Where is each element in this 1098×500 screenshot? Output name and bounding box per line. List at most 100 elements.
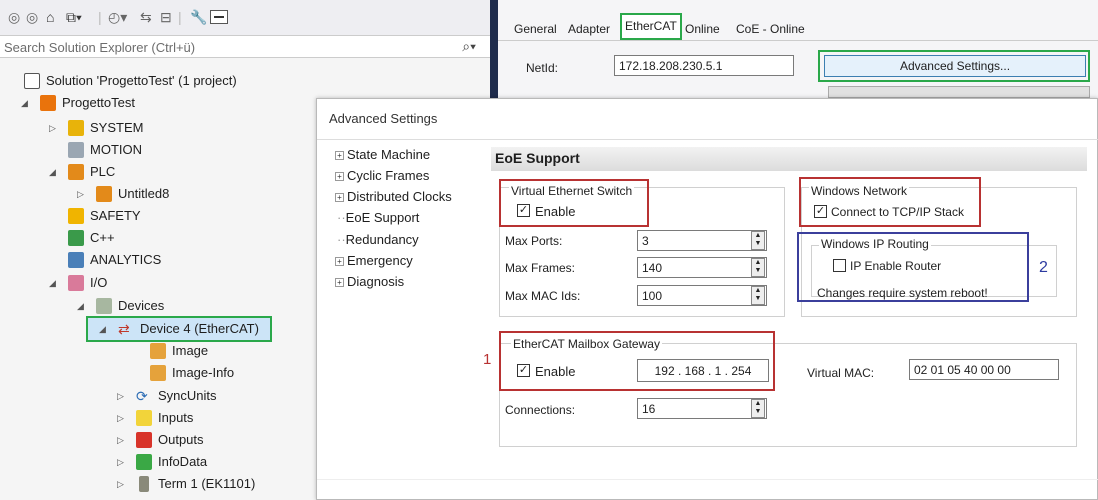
dialog-title: Advanced Settings	[329, 111, 438, 126]
nav-redundancy[interactable]: ··Redundancy	[337, 232, 419, 247]
io-icon	[68, 275, 84, 291]
devices-icon	[96, 298, 112, 314]
expanded-arrow-icon[interactable]: ◢	[21, 92, 28, 114]
properties-wrench-icon[interactable]: 🔧	[190, 9, 207, 26]
gateway-enable-checkbox[interactable]: ✓	[517, 364, 530, 377]
pending-changes-icon[interactable]: ⇆	[140, 9, 152, 26]
expanded-arrow-icon[interactable]: ◢	[49, 161, 56, 183]
max-ports-label: Max Ports:	[505, 234, 563, 248]
collapse-all-icon[interactable]: ⊟	[160, 9, 172, 26]
virtual-mac-label: Virtual MAC:	[807, 366, 875, 380]
max-ports-spinner[interactable]: ▲ ▼	[751, 231, 765, 250]
cpp-icon	[68, 230, 84, 246]
winip-title: Windows IP Routing	[819, 237, 931, 251]
preview-icon[interactable]	[210, 10, 228, 24]
outputs-icon	[136, 432, 152, 448]
max-mac-spinner[interactable]: ▲ ▼	[751, 286, 765, 305]
back-icon[interactable]: ◎	[8, 9, 20, 26]
divider: |	[98, 9, 102, 25]
gateway-ip-field[interactable]: 192 . 168 . 1 . 254	[637, 359, 769, 382]
max-mac-field[interactable]: 100	[637, 285, 767, 306]
motion-icon	[68, 142, 84, 158]
virtual-mac-field[interactable]: 02 01 05 40 00 00	[909, 359, 1059, 380]
tab-online[interactable]: Online	[681, 18, 724, 40]
solution-icon	[24, 73, 40, 89]
tab-ethercat[interactable]: EtherCAT	[620, 13, 682, 40]
ip-enable-router-checkbox[interactable]	[833, 259, 846, 272]
terminal-icon	[139, 476, 149, 492]
search-input[interactable]: Search Solution Explorer (Ctrl+ü) ⌕▾	[0, 36, 490, 58]
collapsed-arrow-icon[interactable]: ▷	[117, 407, 124, 429]
tab-adapter[interactable]: Adapter	[564, 18, 614, 40]
nav-emergency[interactable]: + Emergency	[335, 253, 413, 268]
section-header: EoE Support	[491, 147, 1087, 171]
expand-plus-icon[interactable]: +	[335, 172, 344, 181]
max-ports-field[interactable]: 3	[637, 230, 767, 251]
sync-icon[interactable]: ⧉▾	[66, 9, 82, 26]
nav-distributed-clocks[interactable]: + Distributed Clocks	[335, 189, 452, 204]
history-icon[interactable]: ◴▾	[108, 9, 127, 26]
expand-plus-icon[interactable]: +	[335, 193, 344, 202]
tab-general[interactable]: General	[510, 18, 561, 40]
tab-strip-border	[498, 40, 1098, 41]
analytics-icon	[68, 252, 84, 268]
collapsed-arrow-icon[interactable]: ▷	[117, 451, 124, 473]
collapsed-arrow-icon[interactable]: ▷	[117, 385, 124, 407]
expand-plus-icon[interactable]: +	[335, 151, 344, 160]
ves-enable-checkbox[interactable]: ✓	[517, 204, 530, 217]
expanded-arrow-icon[interactable]: ◢	[99, 318, 106, 340]
collapsed-arrow-icon[interactable]: ▷	[117, 473, 124, 495]
ip-enable-router-label: IP Enable Router	[850, 259, 942, 273]
collapsed-arrow-icon[interactable]: ▷	[49, 117, 56, 139]
collapsed-arrow-icon[interactable]: ▷	[77, 183, 84, 205]
nav-eoe-support[interactable]: ··EoE Support	[337, 210, 419, 225]
max-frames-field[interactable]: 140	[637, 257, 767, 278]
winnet-title: Windows Network	[809, 184, 910, 198]
max-frames-label: Max Frames:	[505, 261, 576, 275]
marker-one: 1	[483, 351, 492, 368]
ves-enable-label: Enable	[535, 204, 576, 219]
advanced-settings-button[interactable]: Advanced Settings...	[824, 55, 1086, 77]
expand-plus-icon[interactable]: +	[335, 257, 344, 266]
home-icon[interactable]: ⌂	[46, 9, 54, 25]
dialog-title-separator	[317, 139, 1098, 140]
connections-field[interactable]: 16	[637, 398, 767, 419]
image-icon	[150, 343, 166, 359]
infodata-icon	[136, 454, 152, 470]
expanded-arrow-icon[interactable]: ◢	[77, 295, 84, 317]
project-icon	[40, 95, 56, 111]
nav-cyclic-frames[interactable]: + Cyclic Frames	[335, 168, 429, 183]
expanded-arrow-icon[interactable]: ◢	[49, 272, 56, 294]
divider: |	[178, 9, 182, 25]
syncunits-icon: ⟳	[136, 388, 148, 404]
gateway-enable-label: Enable	[535, 364, 576, 379]
nav-diagnosis[interactable]: + Diagnosis	[335, 274, 404, 289]
connect-tcpip-checkbox[interactable]: ✓	[814, 205, 827, 218]
dialog-bottom-divider	[317, 479, 1098, 480]
max-frames-spinner[interactable]: ▲ ▼	[751, 258, 765, 277]
connect-tcpip-label: Connect to TCP/IP Stack	[831, 205, 964, 219]
image-info-icon	[150, 365, 166, 381]
second-button-partial[interactable]	[828, 86, 1090, 98]
safety-icon	[68, 208, 84, 224]
solution-explorer-toolbar: ◎ ◎ ⌂ ⧉▾ | ◴▾ ⇆ ⊟ | 🔧	[0, 0, 490, 36]
ves-title: Virtual Ethernet Switch	[509, 184, 635, 198]
search-icon[interactable]: ⌕▾	[462, 38, 476, 55]
netid-field[interactable]: 172.18.208.230.5.1	[614, 55, 794, 76]
inputs-icon	[136, 410, 152, 426]
search-placeholder: Search Solution Explorer (Ctrl+ü)	[4, 40, 196, 55]
tab-coe-online[interactable]: CoE - Online	[732, 18, 809, 40]
connections-label: Connections:	[505, 403, 576, 417]
connections-spinner[interactable]: ▲ ▼	[751, 399, 765, 418]
reboot-note: Changes require system reboot!	[817, 286, 988, 300]
expand-plus-icon[interactable]: +	[335, 278, 344, 287]
marker-two: 2	[1039, 259, 1048, 276]
plc-project-icon	[96, 186, 112, 202]
forward-icon[interactable]: ◎	[26, 9, 38, 26]
nav-state-machine[interactable]: + State Machine	[335, 147, 430, 162]
ethercat-device-icon: ⇄	[118, 321, 130, 337]
collapsed-arrow-icon[interactable]: ▷	[117, 429, 124, 451]
gateway-title: EtherCAT Mailbox Gateway	[511, 337, 662, 351]
netid-label: NetId:	[526, 61, 559, 75]
advanced-settings-dialog: Advanced Settings + State Machine + Cyclic…	[316, 98, 1098, 500]
